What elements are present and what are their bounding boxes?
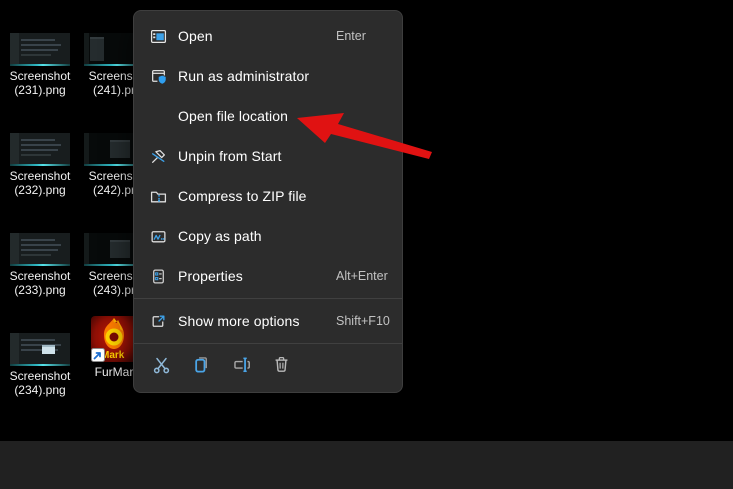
quick-actions-row [134,346,402,388]
rename-icon [232,355,251,379]
copy-path-icon [150,228,167,245]
menu-item-label: Open [178,28,213,44]
file-thumbnail [10,233,70,266]
rename-button[interactable] [221,349,261,385]
copy-icon [192,355,211,379]
shortcut-arrow-overlay [91,348,105,362]
menu-item-open[interactable]: Open Enter [134,16,402,56]
menu-item-run-as-administrator[interactable]: Run as administrator [134,56,402,96]
icon-spacer [150,108,167,125]
menu-item-label: Show more options [178,313,300,329]
menu-item-label: Compress to ZIP file [178,188,307,204]
properties-icon [150,268,167,285]
desktop-icon-screenshot-233[interactable]: Screenshot (233).png [4,233,76,297]
file-thumbnail [10,333,70,366]
context-menu: Open Enter Run as administrator Open fil… [133,10,403,393]
show-more-icon [150,313,167,330]
file-thumbnail [10,133,70,166]
menu-item-shortcut: Enter [336,29,366,43]
file-label: Screenshot (234).png [9,369,71,397]
menu-item-unpin-from-start[interactable]: Unpin from Start [134,136,402,176]
unpin-icon [150,148,167,165]
menu-item-shortcut: Shift+F10 [336,314,390,328]
file-label: Screenshot (231).png [9,69,71,97]
desktop-icon-screenshot-231[interactable]: Screenshot (231).png [4,33,76,97]
menu-separator [134,298,402,299]
menu-item-open-file-location[interactable]: Open file location [134,96,402,136]
menu-item-label: Copy as path [178,228,262,244]
menu-item-label: Properties [178,268,243,284]
desktop-icon-screenshot-232[interactable]: Screenshot (232).png [4,133,76,197]
menu-item-properties[interactable]: Properties Alt+Enter [134,256,402,296]
open-window-icon [150,28,167,45]
menu-item-copy-as-path[interactable]: Copy as path [134,216,402,256]
file-label: Screenshot (233).png [9,269,71,297]
menu-separator [134,343,402,344]
taskbar[interactable] [0,441,733,489]
scissors-icon [152,355,171,379]
cut-button[interactable] [141,349,181,385]
copy-button[interactable] [181,349,221,385]
menu-item-compress-to-zip[interactable]: Compress to ZIP file [134,176,402,216]
menu-item-shortcut: Alt+Enter [336,269,388,283]
file-label: Screenshot (232).png [9,169,71,197]
delete-button[interactable] [261,349,301,385]
file-thumbnail [10,33,70,66]
menu-item-label: Unpin from Start [178,148,282,164]
zip-folder-icon [150,188,167,205]
menu-item-show-more-options[interactable]: Show more options Shift+F10 [134,301,402,341]
furmark-flame-icon: Mark [91,316,137,362]
menu-item-label: Open file location [178,108,288,124]
trash-icon [272,355,291,379]
menu-item-label: Run as administrator [178,68,310,84]
admin-shield-icon [150,68,167,85]
desktop-icon-screenshot-234[interactable]: Screenshot (234).png [4,333,76,397]
